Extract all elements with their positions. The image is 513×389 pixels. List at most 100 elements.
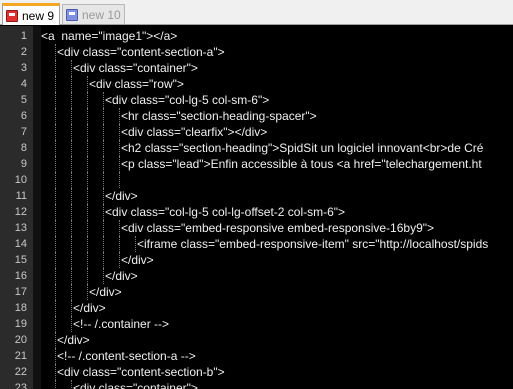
line-number: 13: [14, 222, 27, 234]
indent-guide: [71, 172, 72, 188]
code-line[interactable]: 10: [0, 172, 513, 188]
code-text: </div>: [121, 253, 154, 267]
indent-guide: [103, 140, 104, 156]
code-line[interactable]: 13 <div class="embed-responsive embed-res…: [0, 220, 513, 236]
line-number: 9: [20, 158, 27, 170]
indent-guide: [71, 252, 72, 268]
indent-guide: [71, 316, 72, 332]
code-text: </div>: [73, 301, 106, 315]
indent-guide: [71, 204, 72, 220]
code-line[interactable]: 20 </div>: [0, 332, 513, 348]
indent-guide: [87, 188, 88, 204]
indent-guide: [71, 220, 72, 236]
code-line[interactable]: 8 <h2 class="section-heading">SpidSit un …: [0, 140, 513, 156]
line-number: 20: [14, 334, 27, 346]
indent-guide: [87, 236, 88, 252]
indent-guide: [119, 140, 120, 156]
indent-guide: [119, 108, 120, 124]
unsaved-file-icon: [6, 9, 18, 22]
code-text: <div class="content-section-a">: [57, 45, 225, 59]
line-number: 11: [15, 190, 27, 202]
indent-guide: [87, 220, 88, 236]
line-number: 16: [14, 270, 27, 282]
code-line[interactable]: 2 <div class="content-section-a">: [0, 44, 513, 60]
indent-guide: [71, 236, 72, 252]
tab-new-10[interactable]: new 10: [62, 4, 125, 24]
tab-label: new 10: [82, 7, 121, 22]
indent-guide: [87, 284, 88, 300]
indent-guide: [87, 124, 88, 140]
tab-bar: new 9 new 10: [0, 0, 513, 25]
indent-guide: [71, 60, 72, 76]
tab-label: new 9: [22, 8, 55, 23]
indent-guide: [55, 364, 56, 380]
code-line[interactable]: 22 <div class="content-section-b">: [0, 364, 513, 380]
indent-guide: [55, 204, 56, 220]
code-text: <div class="clearfix"></div>: [121, 125, 268, 139]
code-line[interactable]: 5 <div class="col-lg-5 col-sm-6">: [0, 92, 513, 108]
code-line[interactable]: 7 <div class="clearfix"></div>: [0, 124, 513, 140]
code-editor[interactable]: 1 <a name="image1"></a> 2 <div class="conte…: [0, 26, 513, 389]
line-number: 8: [20, 142, 27, 154]
code-line[interactable]: 14 <iframe class="embed-responsive-item" …: [0, 236, 513, 252]
code-text: <div class="content-section-b">: [57, 365, 225, 379]
code-line[interactable]: 15 </div>: [0, 252, 513, 268]
code-line[interactable]: 12 <div class="col-lg-5 col-lg-offset-2 c…: [0, 204, 513, 220]
indent-guide: [103, 188, 104, 204]
indent-guide: [71, 76, 72, 92]
code-line[interactable]: 23 <div class="container">: [0, 380, 513, 389]
line-number: 2: [20, 46, 27, 58]
indent-guide: [55, 188, 56, 204]
indent-guide: [87, 156, 88, 172]
indent-guide: [119, 252, 120, 268]
indent-guide: [55, 300, 56, 316]
indent-guide: [55, 60, 56, 76]
code-line[interactable]: 9 <p class="lead">Enfin accessible à tous…: [0, 156, 513, 172]
code-line[interactable]: 18 </div>: [0, 300, 513, 316]
indent-guide: [103, 220, 104, 236]
code-line[interactable]: 4 <div class="row">: [0, 76, 513, 92]
indent-guide: [119, 124, 120, 140]
code-line[interactable]: 16 </div>: [0, 268, 513, 284]
indent-guide: [71, 140, 72, 156]
code-line[interactable]: 3 <div class="container">: [0, 60, 513, 76]
tab-new-9[interactable]: new 9: [2, 3, 60, 25]
indent-guide: [55, 172, 56, 188]
code-line[interactable]: 19 <!-- /.container -->: [0, 316, 513, 332]
code-line[interactable]: 1 <a name="image1"></a>: [0, 28, 513, 44]
code-text: <h2 class="section-heading">SpidSit un l…: [121, 141, 484, 155]
indent-guide: [119, 236, 120, 252]
indent-guide: [55, 380, 56, 389]
line-number: 6: [20, 110, 27, 122]
line-number: 17: [14, 286, 27, 298]
code-line[interactable]: 11 </div>: [0, 188, 513, 204]
indent-guide: [103, 92, 104, 108]
code-text: <hr class="section-heading-spacer">: [121, 109, 317, 123]
line-number: 19: [14, 318, 27, 330]
indent-guide: [103, 124, 104, 140]
indent-guide: [87, 108, 88, 124]
indent-guide: [71, 108, 72, 124]
line-number: 23: [14, 382, 27, 389]
code-text: <div class="container">: [73, 61, 198, 75]
indent-guide: [103, 252, 104, 268]
indent-guide: [87, 268, 88, 284]
indent-guide: [71, 300, 72, 316]
indent-guide: [103, 172, 104, 188]
indent-guide: [87, 140, 88, 156]
indent-guide: [103, 108, 104, 124]
indent-guide: [55, 284, 56, 300]
indent-guide: [103, 204, 104, 220]
line-number: 14: [14, 238, 27, 250]
code-line[interactable]: 21 <!-- /.content-section-a -->: [0, 348, 513, 364]
code-text: <a name="image1"></a>: [41, 29, 178, 43]
indent-guide: [55, 236, 56, 252]
code-text: <div class="row">: [89, 77, 184, 91]
indent-guide: [71, 284, 72, 300]
indent-guide: [55, 332, 56, 348]
code-line[interactable]: 6 <hr class="section-heading-spacer">: [0, 108, 513, 124]
indent-guide: [71, 124, 72, 140]
code-text: </div>: [89, 285, 122, 299]
code-line[interactable]: 17 </div>: [0, 284, 513, 300]
indent-guide: [55, 124, 56, 140]
